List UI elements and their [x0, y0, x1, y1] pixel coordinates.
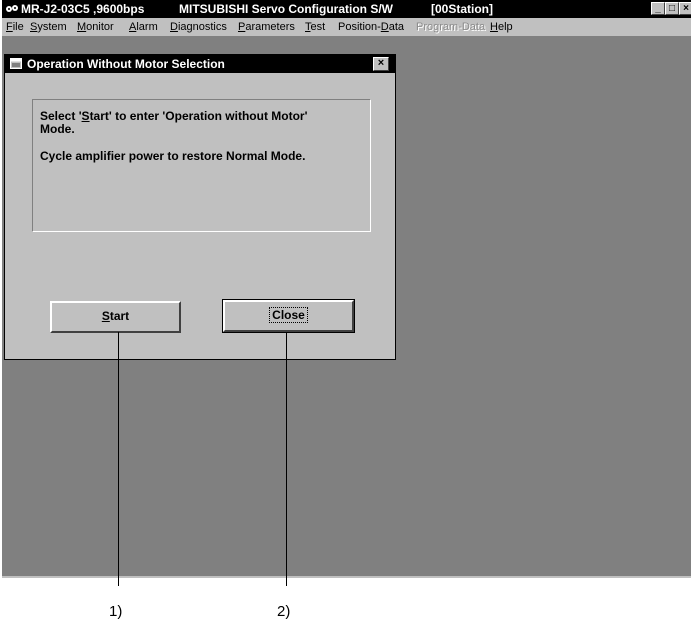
operation-without-motor-dialog: Operation Without Motor Selection × Sele… — [4, 54, 396, 360]
menu-help[interactable]: Help — [490, 18, 513, 36]
message-line-3: Cycle amplifier power to restore Normal … — [40, 149, 306, 163]
close-button[interactable]: Close — [222, 299, 355, 333]
app-icon — [6, 5, 18, 12]
message-panel: Select 'Start' to enter 'Operation witho… — [32, 99, 371, 232]
title-bar: MR-J2-03C5 ,9600bps MITSUBISHI Servo Con… — [2, 0, 691, 18]
menu-system[interactable]: System — [30, 18, 67, 36]
menu-file[interactable]: File — [6, 18, 24, 36]
menu-bar: File System Monitor Alarm Diagnostics Pa… — [2, 18, 691, 36]
start-button[interactable]: Start — [50, 301, 181, 333]
title-app-name: MITSUBISHI Servo Configuration S/W — [179, 2, 394, 16]
maximize-button[interactable]: □ — [665, 2, 679, 15]
callout-label-1: 1) — [109, 603, 123, 620]
dialog-window-icon — [10, 58, 22, 69]
callout-label-2: 2) — [277, 603, 291, 620]
menu-diagnostics[interactable]: Diagnostics — [170, 18, 227, 36]
message-line-2: Mode. — [40, 122, 75, 136]
callout-line-2 — [286, 332, 287, 586]
minimize-button[interactable]: _ — [651, 2, 665, 15]
dialog-close-button[interactable]: × — [373, 57, 389, 71]
message-line-1: Select 'Start' to enter 'Operation witho… — [40, 109, 308, 123]
menu-parameters[interactable]: Parameters — [238, 18, 295, 36]
menu-test[interactable]: Test — [305, 18, 325, 36]
callout-line-1 — [118, 332, 119, 586]
dialog-title: Operation Without Motor Selection — [27, 57, 225, 71]
title-station: [00Station] — [431, 2, 494, 16]
dialog-title-bar: Operation Without Motor Selection × — [5, 55, 395, 73]
menu-program-data: Program-Data — [416, 21, 486, 33]
close-window-button[interactable]: × — [679, 2, 691, 15]
close-button-label: Close — [269, 307, 308, 323]
menu-position-data[interactable]: Position-Data — [338, 18, 404, 36]
title-connection: MR-J2-03C5 ,9600bps — [21, 2, 145, 16]
menu-alarm[interactable]: Alarm — [129, 18, 158, 36]
menu-monitor[interactable]: Monitor — [77, 18, 114, 36]
